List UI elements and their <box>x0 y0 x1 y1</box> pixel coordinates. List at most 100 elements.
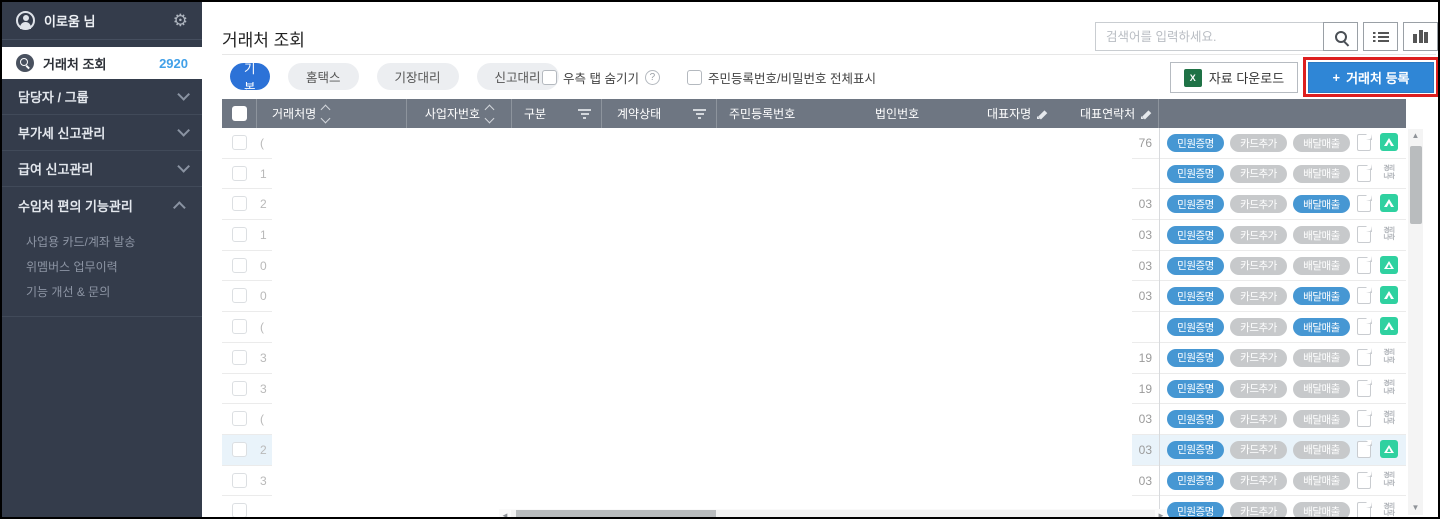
partner-app-triangle-icon[interactable] <box>1380 133 1398 151</box>
gyeongri-nara-icon[interactable]: 경리 나라 <box>1380 378 1398 397</box>
badge-civil-certificate[interactable]: 민원증명 <box>1167 226 1224 245</box>
badge-delivery-sales[interactable]: 배달매출 <box>1293 226 1350 245</box>
badge-civil-certificate[interactable]: 민원증명 <box>1167 318 1224 337</box>
badge-card-add[interactable]: 카드추가 <box>1230 195 1287 214</box>
badge-card-add[interactable]: 카드추가 <box>1230 502 1287 517</box>
scroll-left-arrow[interactable]: ◄ <box>499 511 511 518</box>
partner-app-triangle-icon[interactable] <box>1380 194 1398 213</box>
register-client-button[interactable]: + 거래처 등록 <box>1308 62 1434 93</box>
badge-civil-certificate[interactable]: 민원증명 <box>1167 134 1224 152</box>
badge-card-add[interactable]: 카드추가 <box>1230 410 1287 429</box>
badge-card-add[interactable]: 카드추가 <box>1230 164 1287 183</box>
badge-card-add[interactable]: 카드추가 <box>1230 287 1287 306</box>
badge-civil-certificate[interactable]: 민원증명 <box>1167 348 1224 367</box>
badge-card-add[interactable]: 카드추가 <box>1230 440 1287 459</box>
badge-civil-certificate[interactable]: 민원증명 <box>1167 471 1224 490</box>
document-icon[interactable] <box>1357 501 1372 517</box>
badge-civil-certificate[interactable]: 민원증명 <box>1167 502 1224 517</box>
badge-delivery-sales[interactable]: 배달매출 <box>1293 410 1350 429</box>
gyeongri-nara-icon[interactable]: 경리 나라 <box>1380 409 1398 428</box>
badge-delivery-sales[interactable]: 배달매출 <box>1293 379 1350 398</box>
show-all-numbers-checkbox[interactable] <box>687 70 702 85</box>
document-icon[interactable] <box>1357 379 1372 397</box>
scroll-up-arrow[interactable]: ▲ <box>1408 129 1423 143</box>
badge-card-add[interactable]: 카드추가 <box>1230 226 1287 245</box>
pencil-icon[interactable] <box>1141 108 1152 119</box>
filter-icon[interactable] <box>693 108 706 119</box>
row-checkbox[interactable] <box>232 227 247 243</box>
badge-card-add[interactable]: 카드추가 <box>1230 256 1287 275</box>
badge-civil-certificate[interactable]: 민원증명 <box>1167 410 1224 429</box>
horizontal-scroll-track[interactable] <box>511 509 1155 517</box>
document-icon[interactable] <box>1357 133 1372 151</box>
badge-civil-certificate[interactable]: 민원증명 <box>1167 256 1224 275</box>
column-header-contract-status[interactable]: 계약상태 <box>602 99 717 128</box>
badge-card-add[interactable]: 카드추가 <box>1230 348 1287 367</box>
document-icon[interactable] <box>1357 348 1372 366</box>
data-download-button[interactable]: X 자료 다운로드 <box>1170 62 1298 93</box>
horizontal-scrollbar[interactable]: ◄ ► <box>499 509 1167 518</box>
badge-card-add[interactable]: 카드추가 <box>1230 379 1287 398</box>
badge-card-add[interactable]: 카드추가 <box>1230 134 1287 152</box>
gyeongri-nara-icon[interactable]: 경리 나라 <box>1380 347 1398 366</box>
column-header-business-number[interactable]: 사업자번호 <box>407 99 512 128</box>
scroll-right-arrow[interactable]: ► <box>1155 511 1167 518</box>
document-icon[interactable] <box>1357 471 1372 489</box>
list-view-button[interactable] <box>1363 22 1398 51</box>
sidebar-subitem-card-account[interactable]: 사업용 카드/계좌 발송 <box>2 229 202 254</box>
badge-delivery-sales[interactable]: 배달매출 <box>1293 471 1350 490</box>
badge-civil-certificate[interactable]: 민원증명 <box>1167 195 1224 214</box>
badge-civil-certificate[interactable]: 민원증명 <box>1167 440 1224 459</box>
row-checkbox[interactable] <box>232 319 247 335</box>
gyeongri-nara-icon[interactable]: 경리 나라 <box>1380 225 1398 244</box>
gear-icon[interactable]: ⚙ <box>173 12 188 29</box>
document-icon[interactable] <box>1357 409 1372 428</box>
row-checkbox[interactable] <box>232 380 247 396</box>
sort-icon[interactable] <box>484 104 495 123</box>
select-all-checkbox[interactable] <box>231 106 247 121</box>
badge-delivery-sales[interactable]: 배달매출 <box>1293 256 1350 275</box>
vertical-scroll-thumb[interactable] <box>1409 146 1422 224</box>
document-icon[interactable] <box>1357 225 1372 244</box>
row-checkbox[interactable] <box>232 349 247 365</box>
column-header-category[interactable]: 구분 <box>512 99 602 128</box>
chart-view-button[interactable] <box>1403 22 1438 51</box>
search-button[interactable] <box>1323 22 1358 51</box>
search-input[interactable] <box>1095 22 1323 51</box>
horizontal-scroll-thumb[interactable] <box>516 509 716 517</box>
sidebar-subitem-feedback[interactable]: 기능 개선 & 문의 <box>2 279 202 304</box>
row-checkbox[interactable] <box>232 503 247 517</box>
badge-civil-certificate[interactable]: 민원증명 <box>1167 379 1224 398</box>
partner-app-triangle-icon[interactable] <box>1380 286 1398 305</box>
badge-delivery-sales[interactable]: 배달매출 <box>1293 318 1350 337</box>
tab-hometax[interactable]: 홈택스 <box>288 63 359 90</box>
document-icon[interactable] <box>1357 256 1372 274</box>
badge-delivery-sales[interactable]: 배달매출 <box>1293 164 1350 183</box>
filter-icon[interactable] <box>578 108 591 119</box>
document-icon[interactable] <box>1357 194 1372 213</box>
badge-civil-certificate[interactable]: 민원증명 <box>1167 287 1224 306</box>
row-checkbox[interactable] <box>232 411 247 427</box>
badge-delivery-sales[interactable]: 배달매출 <box>1293 195 1350 214</box>
gyeongri-nara-icon[interactable]: 경리 나라 <box>1380 501 1398 517</box>
help-icon[interactable]: ? <box>644 70 660 85</box>
sidebar-item-vat-reporting[interactable]: 부가세 신고관리 <box>2 115 202 151</box>
vertical-scrollbar[interactable]: ▲ ▼ <box>1408 129 1423 515</box>
column-header-client-name[interactable]: 거래처명 <box>257 99 407 128</box>
row-checkbox[interactable] <box>232 196 247 212</box>
pencil-icon[interactable] <box>1037 108 1048 119</box>
document-icon[interactable] <box>1357 286 1372 305</box>
document-icon[interactable] <box>1357 164 1372 182</box>
partner-app-triangle-icon[interactable] <box>1380 439 1398 458</box>
badge-card-add[interactable]: 카드추가 <box>1230 318 1287 337</box>
badge-delivery-sales[interactable]: 배달매출 <box>1293 348 1350 367</box>
scroll-down-arrow[interactable]: ▼ <box>1408 501 1423 515</box>
sidebar-item-client-lookup[interactable]: 거래처 조회 2920 <box>2 47 202 79</box>
row-checkbox[interactable] <box>232 257 247 273</box>
sort-icon[interactable] <box>320 104 331 123</box>
sidebar-item-managers-groups[interactable]: 담당자 / 그룹 <box>2 79 202 115</box>
tab-basic[interactable]: 기본 <box>230 62 270 95</box>
hide-right-tab-checkbox[interactable] <box>542 70 557 85</box>
sidebar-item-payroll-reporting[interactable]: 급여 신고관리 <box>2 151 202 187</box>
gyeongri-nara-icon[interactable]: 경리 나라 <box>1380 470 1398 489</box>
